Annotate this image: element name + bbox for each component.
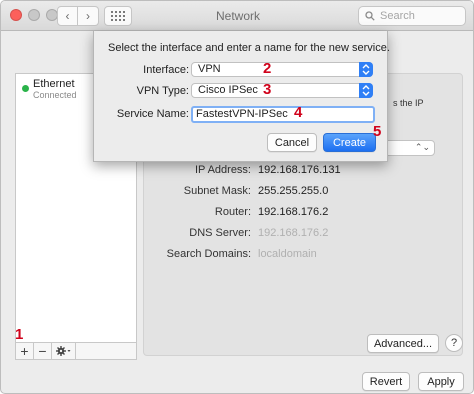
- interface-popup[interactable]: VPN: [191, 62, 373, 77]
- vpn-type-popup[interactable]: Cisco IPSec: [191, 83, 373, 98]
- service-name-label: Service Name:: [116, 108, 189, 120]
- ip-address-label: IP Address:: [194, 164, 251, 176]
- search-icon: [365, 11, 375, 21]
- dns-server-label: DNS Server:: [189, 227, 251, 239]
- new-service-dialog: Select the interface and enter a name fo…: [93, 31, 390, 162]
- updown-chevron-icon: ⌃⌄: [414, 142, 430, 152]
- step-marker-2: 2: [263, 60, 272, 77]
- subnet-mask-value: 255.255.255.0: [258, 185, 329, 197]
- apply-button[interactable]: Apply: [418, 372, 464, 391]
- dialog-message: Select the interface and enter a name fo…: [108, 42, 390, 54]
- search-placeholder: Search: [380, 10, 415, 22]
- search-domains-value: localdomain: [258, 248, 317, 260]
- add-service-button[interactable]: +: [16, 343, 34, 359]
- advanced-button[interactable]: Advanced...: [367, 334, 439, 353]
- status-dot-icon: [22, 85, 29, 92]
- search-domains-row: Search Domains: localdomain: [143, 248, 463, 264]
- remove-service-button[interactable]: −: [34, 343, 52, 359]
- create-button[interactable]: Create: [323, 133, 376, 152]
- gear-icon: [55, 346, 70, 356]
- subnet-mask-row: Subnet Mask: 255.255.255.0: [143, 185, 463, 201]
- service-status: Connected: [33, 90, 77, 100]
- interface-value: VPN: [198, 63, 221, 75]
- action-menu-button[interactable]: [52, 343, 76, 359]
- step-marker-1: 1: [15, 326, 24, 343]
- router-label: Router:: [214, 206, 251, 218]
- router-value: 192.168.176.2: [258, 206, 329, 218]
- step-marker-3: 3: [263, 81, 272, 98]
- panel-hint-text: s the IP: [393, 98, 424, 108]
- service-name: Ethernet: [33, 78, 75, 90]
- updown-chevron-icon: [359, 62, 373, 77]
- ip-address-row: IP Address: 192.168.176.131: [143, 164, 463, 180]
- title-bar: ‹ › Network Search: [1, 1, 473, 31]
- dns-server-row: DNS Server: 192.168.176.2: [143, 227, 463, 243]
- search-field[interactable]: Search: [358, 6, 466, 26]
- help-button[interactable]: ?: [445, 334, 463, 352]
- updown-chevron-icon: [359, 83, 373, 98]
- network-preferences-window: ‹ › Network Search Ethernet Connected + …: [0, 0, 474, 394]
- dns-server-value: 192.168.176.2: [258, 227, 329, 239]
- vpn-type-label: VPN Type:: [136, 85, 189, 97]
- step-marker-4: 4: [294, 104, 303, 121]
- service-name-input[interactable]: FastestVPN-IPSec: [191, 106, 375, 123]
- subnet-mask-label: Subnet Mask:: [183, 185, 251, 197]
- interface-label: Interface:: [143, 64, 189, 76]
- step-marker-5: 5: [373, 123, 382, 140]
- service-list-controls: + −: [15, 343, 137, 360]
- router-row: Router: 192.168.176.2: [143, 206, 463, 222]
- ip-address-value: 192.168.176.131: [258, 164, 341, 176]
- cancel-button[interactable]: Cancel: [267, 133, 317, 152]
- search-domains-label: Search Domains:: [166, 248, 251, 260]
- vpn-type-value: Cisco IPSec: [198, 84, 258, 96]
- revert-button[interactable]: Revert: [362, 372, 410, 391]
